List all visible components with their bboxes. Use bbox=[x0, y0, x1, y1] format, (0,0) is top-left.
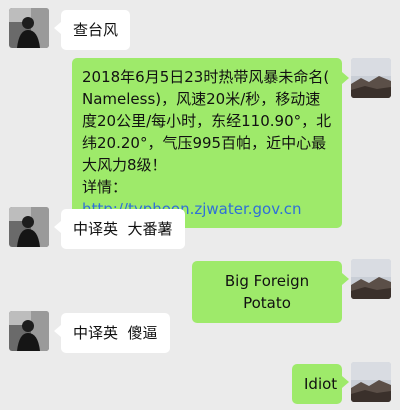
detail-label: 详情： bbox=[82, 178, 128, 196]
message-text-line: 2018年6月5日23时热带风暴未命名( bbox=[82, 68, 330, 86]
message-bubble[interactable]: 查台风 bbox=[61, 10, 131, 50]
message-row: Idiot bbox=[0, 362, 400, 404]
avatar-landscape-icon bbox=[351, 58, 391, 98]
message-text: Idiot bbox=[304, 375, 338, 393]
contact-avatar[interactable] bbox=[9, 8, 49, 48]
bubble-tail bbox=[342, 376, 349, 388]
avatar-photo-icon bbox=[9, 207, 49, 247]
self-avatar[interactable] bbox=[351, 58, 391, 98]
message-text-line: 纬20.20°，气压995百帕，近中心最 bbox=[82, 134, 327, 152]
self-avatar[interactable] bbox=[351, 259, 391, 299]
message-row: 中译英 傻逼 bbox=[0, 311, 400, 353]
avatar-landscape-icon bbox=[351, 362, 391, 402]
bubble-tail bbox=[342, 72, 349, 84]
message-row: Big Foreign Potato bbox=[0, 259, 400, 323]
message-text-line: 大风力8级！ bbox=[82, 156, 167, 174]
bubble-tail bbox=[54, 325, 61, 337]
self-avatar[interactable] bbox=[351, 362, 391, 402]
message-text: 查台风 bbox=[73, 21, 119, 39]
message-bubble[interactable]: 2018年6月5日23时热带风暴未命名( Nameless)，风速20米/秒，移… bbox=[72, 58, 342, 228]
message-bubble[interactable]: Idiot bbox=[292, 364, 342, 404]
bubble-tail bbox=[342, 273, 349, 285]
message-row: 中译英 大番薯 bbox=[0, 207, 400, 249]
message-text: 中译英 大番薯 bbox=[73, 220, 173, 238]
contact-avatar[interactable] bbox=[9, 207, 49, 247]
avatar-photo-icon bbox=[9, 8, 49, 48]
message-text: 中译英 傻逼 bbox=[73, 324, 158, 342]
message-row: 查台风 bbox=[0, 8, 400, 50]
message-text-line: 度20公里/每小时，东经110.90°，北 bbox=[82, 112, 332, 130]
message-text-line: Nameless)，风速20米/秒，移动速 bbox=[82, 90, 321, 108]
contact-avatar[interactable] bbox=[9, 311, 49, 351]
message-bubble[interactable]: 中译英 大番薯 bbox=[61, 209, 185, 249]
bubble-tail bbox=[54, 221, 61, 233]
bubble-tail bbox=[54, 22, 61, 34]
message-bubble[interactable]: 中译英 傻逼 bbox=[61, 313, 170, 353]
message-row: 2018年6月5日23时热带风暴未命名( Nameless)，风速20米/秒，移… bbox=[0, 58, 400, 228]
message-text: Big Foreign Potato bbox=[224, 272, 314, 312]
avatar-photo-icon bbox=[9, 311, 49, 351]
avatar-landscape-icon bbox=[351, 259, 391, 299]
